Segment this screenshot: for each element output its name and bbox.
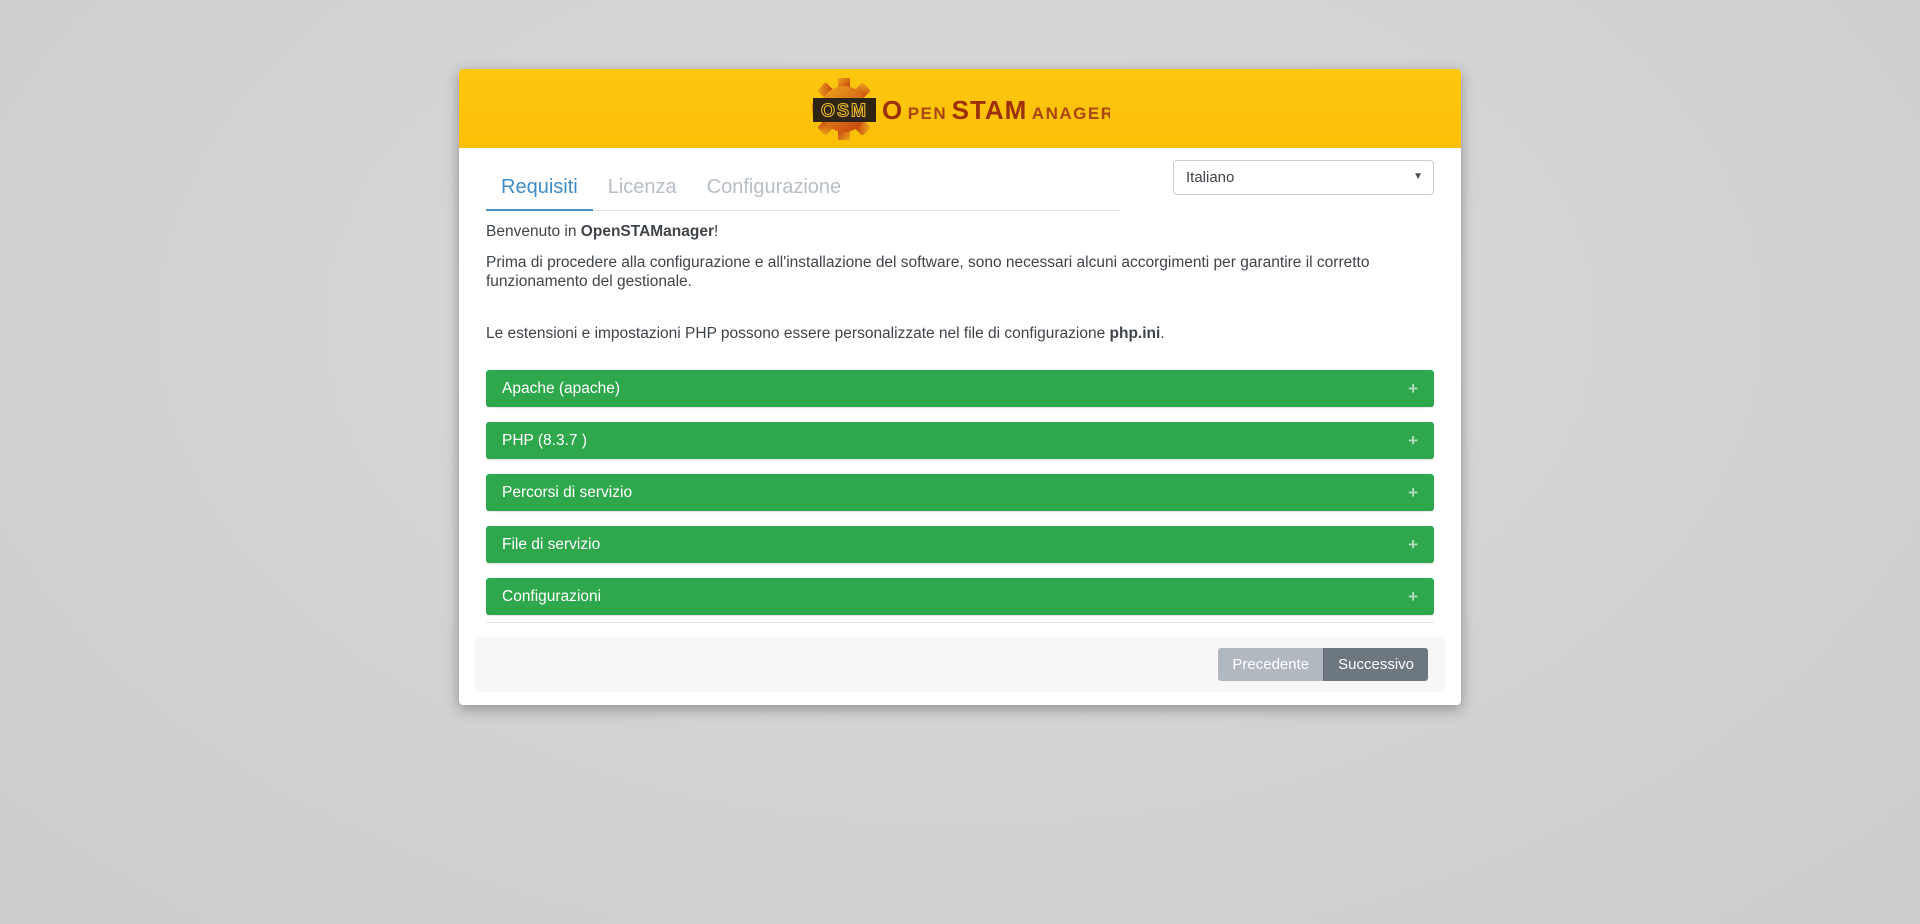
accordion-configurazioni[interactable]: Configurazioni + [486,578,1434,615]
accordion-apache[interactable]: Apache (apache) + [486,370,1434,407]
tab-requisiti[interactable]: Requisiti [486,168,593,211]
accordion-label: PHP (8.3.7 ) [502,432,587,450]
plus-icon[interactable]: + [1408,587,1418,607]
wizard-footer: Precedente Successivo [475,637,1445,692]
plus-icon[interactable]: + [1408,535,1418,555]
php-note-prefix: Le estensioni e impostazioni PHP possono… [486,325,1110,342]
language-select-wrapper: Italiano ▼ [1173,160,1434,195]
top-row: Requisiti Licenza Configurazione Italian… [486,160,1434,211]
next-button[interactable]: Successivo [1323,648,1428,681]
wizard-nav-buttons: Precedente Successivo [1218,648,1428,681]
openstamanager-logo-icon: OSM O PEN STAM ANAGER ® [810,78,1110,140]
tab-configurazione[interactable]: Configurazione [692,168,857,211]
wizard-tabs: Requisiti Licenza Configurazione [486,168,1120,211]
accordion-percorsi-servizio[interactable]: Percorsi di servizio + [486,474,1434,511]
content-divider [486,622,1434,623]
welcome-prefix: Benvenuto in [486,223,581,240]
svg-text:OSM: OSM [821,100,868,120]
accordion-label: Percorsi di servizio [502,484,632,502]
plus-icon[interactable]: + [1408,379,1418,399]
previous-button[interactable]: Precedente [1218,648,1323,681]
accordion-label: Apache (apache) [502,380,620,398]
welcome-brand-bold: OpenSTAManager [581,223,714,240]
brand-text: O PEN STAM ANAGER ® [882,95,1110,125]
php-note-text: Le estensioni e impostazioni PHP possono… [486,324,1434,343]
plus-icon[interactable]: + [1408,431,1418,451]
requirements-accordion: Apache (apache) + PHP (8.3.7 ) + Percors… [486,370,1434,615]
accordion-file-servizio[interactable]: File di servizio + [486,526,1434,563]
accordion-label: File di servizio [502,536,600,554]
language-column: Italiano ▼ [1120,160,1434,195]
php-ini-bold: php.ini [1110,325,1161,342]
brand-header: OSM O PEN STAM ANAGER ® [459,69,1461,148]
welcome-text: Benvenuto in OpenSTAManager! [486,222,1434,241]
accordion-label: Configurazioni [502,588,601,606]
setup-wizard-card: OSM O PEN STAM ANAGER ® Requisiti Licenz… [459,69,1461,705]
php-note-suffix: . [1160,325,1164,342]
plus-icon[interactable]: + [1408,483,1418,503]
intro-text: Prima di procedere alla configurazione e… [486,253,1434,291]
osm-badge: OSM [813,98,876,122]
card-body: Requisiti Licenza Configurazione Italian… [459,148,1461,705]
accordion-php[interactable]: PHP (8.3.7 ) + [486,422,1434,459]
welcome-suffix: ! [714,223,718,240]
tab-licenza[interactable]: Licenza [593,168,692,211]
language-select[interactable]: Italiano [1173,160,1434,195]
